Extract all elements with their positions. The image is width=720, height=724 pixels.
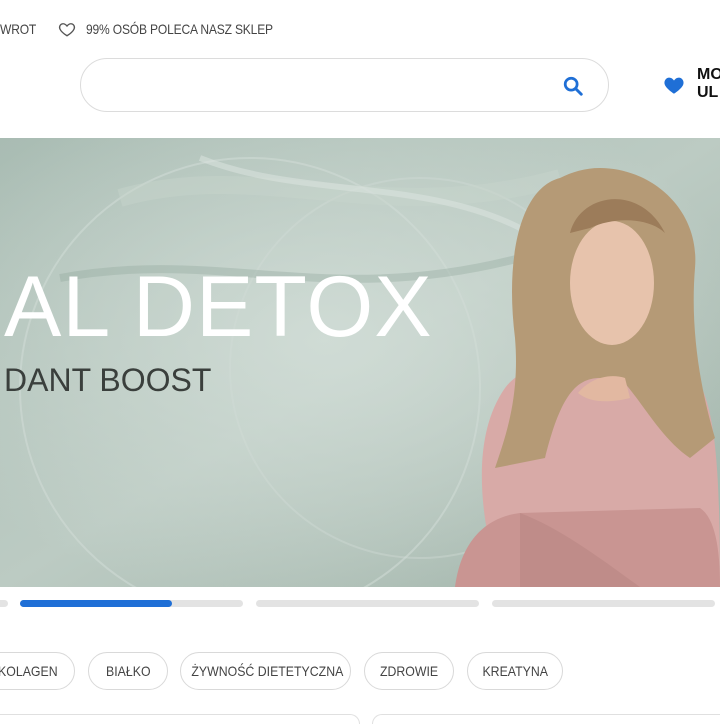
carousel-dot-active[interactable] (20, 600, 243, 607)
category-chip-kolagen[interactable]: KOLAGEN (0, 652, 75, 690)
carousel-indicators (0, 600, 720, 608)
top-info-return: WROT (0, 21, 37, 37)
category-chip-zdrowie[interactable]: ZDROWIE (364, 652, 454, 690)
carousel-dot[interactable] (256, 600, 479, 607)
category-chip-bialko[interactable]: BIAŁKO (88, 652, 168, 690)
heart-icon (664, 77, 684, 94)
banner-title: AL DETOX (4, 259, 433, 355)
search-icon[interactable] (562, 75, 584, 97)
hero-banner[interactable]: AL DETOX DANT BOOST (0, 138, 720, 587)
wishlist-label: MO UL (697, 66, 720, 101)
search-bar[interactable] (80, 58, 609, 112)
category-chip-kreatyna[interactable]: KREATYNA (467, 652, 563, 690)
carousel-dot[interactable] (492, 600, 715, 607)
heart-outline-icon (58, 23, 76, 37)
banner-subtitle: DANT BOOST (4, 362, 212, 398)
search-input[interactable] (105, 71, 545, 101)
wishlist-link[interactable]: MO UL (663, 66, 720, 106)
content-card-edge (372, 714, 720, 724)
top-info-recommend: 99% OSÓB POLECA NASZ SKLEP (86, 21, 273, 37)
category-chip-zywnosc[interactable]: ŻYWNOŚĆ DIETETYCZNA (180, 652, 351, 690)
carousel-dot[interactable] (0, 600, 8, 607)
category-chips: KOLAGEN BIAŁKO ŻYWNOŚĆ DIETETYCZNA ZDROW… (0, 652, 720, 692)
carousel-progress (20, 600, 172, 607)
top-info-bar: WROT 99% OSÓB POLECA NASZ SKLEP (0, 0, 720, 58)
content-card-edge (0, 714, 360, 724)
